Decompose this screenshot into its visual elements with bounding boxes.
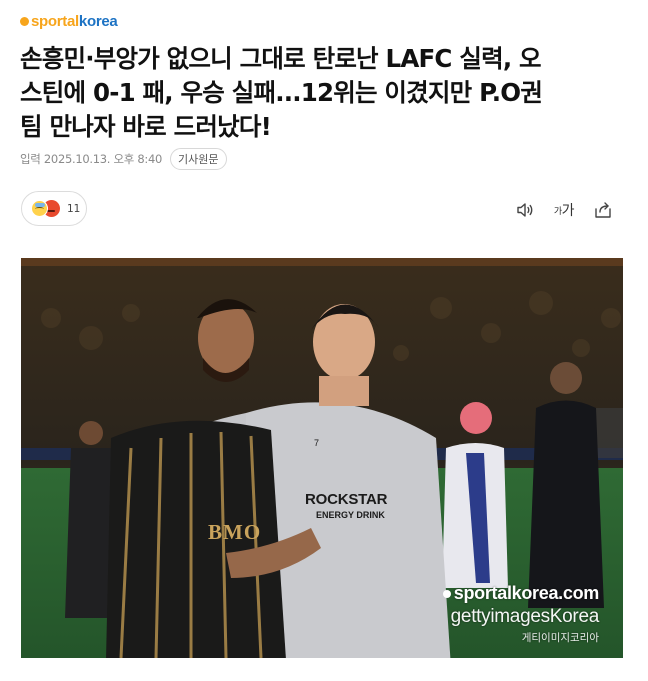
jersey-sponsor-right-sub: ENERGY DRINK [316, 510, 385, 520]
publish-date: 입력 2025.10.13. 오후 8:40 [20, 152, 163, 166]
original-article-button[interactable]: 기사원문 [170, 148, 227, 170]
jersey-sponsor-left: BMO [208, 520, 262, 544]
share-icon[interactable] [592, 199, 614, 221]
article-meta: 입력 2025.10.13. 오후 8:40 기사원문 [20, 147, 227, 171]
logo-dot [20, 16, 29, 26]
sad-face-icon [31, 200, 48, 217]
logo-text-korea: korea [78, 12, 118, 30]
watermark-sportalkorea: sportalkorea.com [443, 583, 600, 604]
watermark-getty-korean: 게티이미지코리아 [521, 632, 599, 644]
font-size-icon[interactable]: 가가 [553, 199, 575, 221]
article-tools: 가가 [496, 199, 614, 221]
speaker-icon[interactable] [514, 199, 536, 221]
headline-line: 팀 만나자 바로 드러났다! [20, 112, 272, 141]
site-logo[interactable]: sportal korea [20, 12, 118, 30]
logo-text-sportal: sportal [31, 12, 79, 30]
font-size-small-label: 가 [553, 206, 562, 217]
font-size-large-label: 가 [561, 203, 575, 219]
headline-line: 손흥민·부앙가 없으니 그대로 탄로난 LAFC 실력, 오 [20, 44, 542, 73]
jersey-sponsor-right: ROCKSTAR [305, 491, 388, 508]
watermark-getty: gettyimagesKorea [450, 606, 600, 627]
reaction-button[interactable]: 11 [21, 191, 87, 226]
jersey-number: 7 [314, 438, 320, 448]
article-photo: BMO ROCKSTAR ENERGY DRINK 7 sportalkorea… [21, 258, 623, 658]
headline-line: 스틴에 0-1 패, 우승 실패...12위는 이겼지만 P.O권 [20, 78, 543, 107]
article-headline: 손흥민·부앙가 없으니 그대로 탄로난 LAFC 실력, 오 스틴에 0-1 패… [20, 42, 630, 144]
reaction-count: 11 [67, 202, 81, 215]
